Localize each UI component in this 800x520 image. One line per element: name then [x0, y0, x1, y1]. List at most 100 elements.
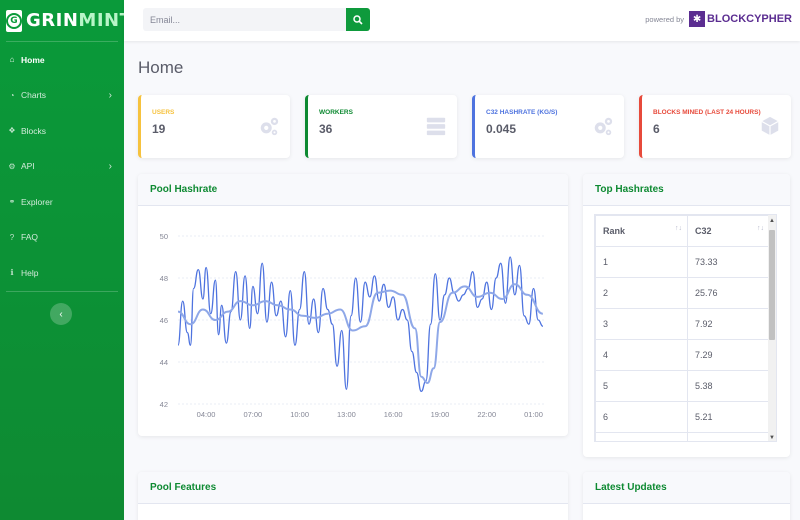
column-header-rank[interactable]: Rank ↑↓	[595, 215, 688, 247]
rank-cell: 1	[595, 246, 688, 278]
stat-card-blocks: BLOCKS MINED (LAST 24 HOURS) 6	[639, 95, 791, 158]
chevron-right-icon: ›	[108, 89, 112, 101]
table-row[interactable]: 5 5.38	[595, 370, 770, 402]
x-tick-label: 07:00	[243, 410, 262, 419]
pool-hashrate-card: Pool Hashrate 42 44 46 48 50 04:00 07:00 10:00 1…	[138, 174, 568, 436]
x-tick-label: 10:00	[290, 410, 309, 419]
sidebar-item-label: Blocks	[21, 125, 47, 136]
card-title: Pool Features	[138, 472, 568, 504]
sidebar-item-help[interactable]: ℹ Help	[0, 255, 124, 291]
table-scrollbar[interactable]: ▲ ▼	[768, 215, 776, 441]
blockcypher-logo-icon: ✱	[689, 11, 706, 27]
latest-updates-card: Latest Updates	[583, 472, 790, 520]
table-row[interactable]: 6 5.21	[595, 401, 770, 433]
sidebar-divider	[6, 291, 118, 292]
sidebar-item-charts[interactable]: ◔ Charts ›	[0, 78, 124, 114]
rank-cell	[595, 432, 688, 441]
y-tick-label: 46	[160, 316, 168, 325]
sidebar-item-label: Home	[21, 54, 45, 65]
page-title: Home	[138, 58, 184, 77]
sidebar-item-blocks[interactable]: ❖ Blocks	[0, 113, 124, 149]
scrollbar-thumb[interactable]	[769, 230, 775, 340]
y-tick-label: 48	[160, 274, 168, 283]
c32-cell	[687, 432, 770, 441]
y-tick-label: 44	[160, 358, 168, 367]
gear-icon: ⚙	[8, 161, 16, 171]
cubes-icon: ❖	[8, 126, 16, 136]
card-title: Latest Updates	[583, 472, 790, 504]
x-tick-label: 16:00	[384, 410, 403, 419]
stat-card-users: USERS 19	[138, 95, 290, 158]
y-tick-label: 42	[160, 400, 168, 409]
sidebar-item-faq[interactable]: ? FAQ	[0, 220, 124, 256]
topbar: powered by ✱ BLOCKCYPHER	[124, 0, 800, 41]
powered-by: powered by ✱ BLOCKCYPHER	[645, 11, 792, 27]
pool-hashrate-chart: 42 44 46 48 50 04:00 07:00 10:00 13:00 16:00 19:00…	[160, 232, 546, 419]
sidebar-item-label: FAQ	[21, 232, 39, 243]
blockcypher-text[interactable]: BLOCKCYPHER	[707, 13, 792, 25]
x-tick-label: 13:00	[337, 410, 356, 419]
series-line-1	[177, 256, 544, 393]
powered-by-text: powered by	[645, 14, 685, 24]
stat-card-workers: WORKERS 36	[305, 95, 457, 158]
search-icon	[353, 14, 363, 25]
sidebar-item-label: API	[21, 161, 35, 172]
server-icon	[425, 115, 447, 137]
rank-cell: 4	[595, 339, 688, 371]
card-title: Pool Hashrate	[138, 174, 568, 206]
x-tick-label: 22:00	[477, 410, 496, 419]
sidebar-item-explorer[interactable]: ⚭ Explorer	[0, 184, 124, 220]
c32-cell: 7.29	[687, 339, 770, 371]
binoculars-icon: ⚭	[8, 197, 16, 207]
cogs-icon	[592, 115, 614, 137]
c32-cell: 7.92	[687, 308, 770, 340]
table-row[interactable]: 1 73.33	[595, 246, 770, 278]
rank-cell: 3	[595, 308, 688, 340]
home-icon: ⌂	[9, 55, 15, 65]
search-button[interactable]	[346, 8, 370, 31]
c32-cell: 25.76	[687, 277, 770, 309]
pool-features-card: Pool Features	[138, 472, 568, 520]
sidebar-item-label: Charts	[21, 90, 47, 101]
sidebar-toggle-button[interactable]: ‹	[50, 303, 72, 325]
column-header-c32[interactable]: C32 ↑↓	[687, 215, 770, 247]
chart-icon: ◔	[9, 90, 15, 100]
sidebar-item-label: Explorer	[21, 196, 53, 207]
search-input[interactable]	[143, 8, 346, 31]
chevron-right-icon: ›	[108, 160, 112, 172]
sidebar-nav: ⌂ Home ◔ Charts › ❖ Blocks ⚙ API › ⚭ Explorer? FAQ ℹ H…	[0, 42, 124, 291]
top-hashrates-card: Top Hashrates Rank ↑↓ C32 ↑↓ 1 73.33 2 25.76 3…	[583, 174, 790, 457]
c32-cell: 5.21	[687, 401, 770, 433]
question-icon: ?	[9, 232, 15, 242]
table-row[interactable]: 2 25.76	[595, 277, 770, 309]
table-row[interactable]: 3 7.92	[595, 308, 770, 340]
table-row[interactable]: 4 7.29	[595, 339, 770, 371]
sidebar-item-label: Help	[21, 267, 39, 278]
table-row[interactable]	[595, 432, 770, 441]
x-tick-label: 19:00	[431, 410, 450, 419]
brand-name: GRINMINT	[26, 10, 133, 31]
scroll-up-icon[interactable]: ▲	[768, 217, 776, 225]
x-tick-label: 01:00	[524, 410, 543, 419]
cogs-icon	[258, 115, 280, 137]
stat-card-c32: C32 HASHRATE (KG/S) 0.045	[472, 95, 624, 158]
top-hashrates-table: Rank ↑↓ C32 ↑↓ 1 73.33 2 25.76 3 7.92 4 7.29 5 5.38…	[595, 215, 770, 441]
top-hashrates-table-wrapper[interactable]: Rank ↑↓ C32 ↑↓ 1 73.33 2 25.76 3 7.92 4 7.29 5 5.38…	[594, 214, 777, 442]
sidebar: G GRINMINT ⌂ Home ◔ Charts › ❖ Blocks ⚙ API › ⚭ Exp…	[0, 0, 132, 520]
scroll-down-icon[interactable]: ▼	[768, 434, 776, 441]
sidebar-item-home[interactable]: ⌂ Home	[0, 42, 124, 78]
grin-logo-icon: G	[6, 9, 22, 32]
c32-cell: 5.38	[687, 370, 770, 402]
cube-icon	[759, 115, 781, 137]
sidebar-item-api[interactable]: ⚙ API ›	[0, 149, 124, 185]
info-icon: ℹ	[10, 268, 14, 278]
card-title: Top Hashrates	[583, 174, 790, 206]
x-tick-label: 04:00	[197, 410, 216, 419]
rank-cell: 2	[595, 277, 688, 309]
rank-cell: 5	[595, 370, 688, 402]
sort-icon: ↑↓	[757, 225, 764, 232]
y-tick-label: 50	[160, 232, 168, 241]
brand[interactable]: G GRINMINT	[0, 0, 132, 41]
sort-icon: ↑↓	[675, 225, 682, 232]
c32-cell: 73.33	[687, 246, 770, 278]
